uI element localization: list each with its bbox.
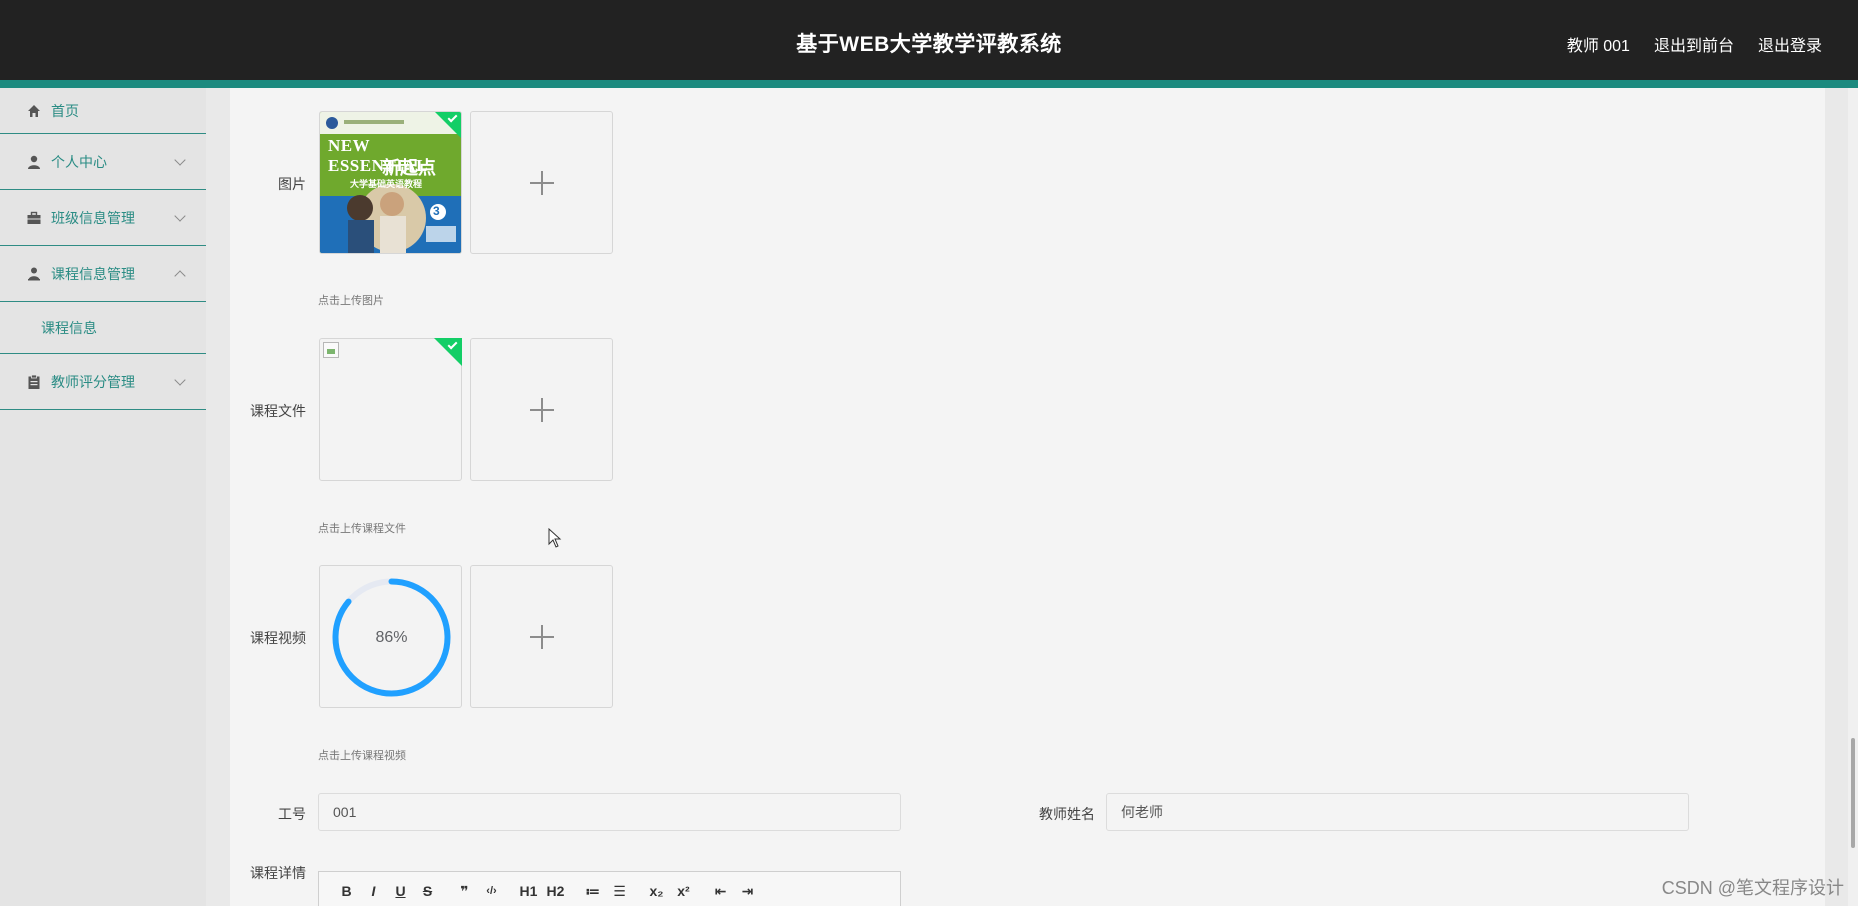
header-accent-bar (0, 80, 1858, 88)
progress-percentage: 86% (375, 628, 408, 646)
success-badge (434, 112, 461, 139)
underline-button[interactable]: U (387, 878, 414, 904)
course-detail-label: 课程详情 (250, 865, 306, 881)
top-bar: 基于WEB大学教学评教系统 教师 001 退出到前台 退出登录 (0, 0, 1858, 80)
book-subtitle: 大学基础英语教程 (350, 179, 423, 189)
work-id-input[interactable]: 001 (318, 793, 901, 831)
chevron-up-icon (174, 269, 186, 282)
course-video-upload-hint: 点击上传课程视频 (318, 750, 406, 762)
scrollbar-thumb[interactable] (1851, 738, 1855, 848)
plus-icon (529, 170, 554, 195)
image-label: 图片 (278, 176, 306, 192)
teacher-name-label: 教师姓名 (1039, 806, 1095, 822)
sidebar-item-personal-center[interactable]: 个人中心 (0, 134, 206, 190)
work-id-label: 工号 (278, 806, 306, 822)
indent-button[interactable]: ⇥ (734, 878, 761, 904)
watermark: CSDN @笔文程序设计 (1661, 878, 1844, 898)
heading-1-button[interactable]: H1 (515, 878, 542, 904)
broken-image-icon (323, 342, 339, 358)
sidebar-item-class-management[interactable]: 班级信息管理 (0, 190, 206, 246)
outdent-button[interactable]: ⇤ (707, 878, 734, 904)
sidebar-item-course-management[interactable]: 课程信息管理 (0, 246, 206, 302)
image-upload-button[interactable] (470, 111, 613, 254)
clipboard-icon (28, 374, 40, 389)
sidebar: 首页 个人中心 班级信息管理 课程信息管理 课程信息 教师评分管理 (0, 88, 206, 906)
page-scrollbar[interactable] (1848, 88, 1858, 906)
user-icon (28, 155, 40, 169)
sidebar-item-home[interactable]: 首页 (0, 88, 206, 134)
video-upload-progress: 86% (319, 565, 462, 708)
sidebar-subitem-course-info[interactable]: 课程信息 (0, 302, 206, 354)
home-icon (28, 104, 40, 117)
teacher-name-input[interactable]: 何老师 (1106, 793, 1689, 831)
bullet-list-button[interactable]: ☰ (606, 878, 633, 904)
plus-icon (529, 397, 554, 422)
plus-icon (529, 624, 554, 649)
course-file-upload-hint: 点击上传课程文件 (318, 523, 406, 535)
sidebar-item-label: 教师评分管理 (51, 373, 135, 390)
briefcase-icon (27, 211, 41, 224)
rich-text-toolbar: B I U S ❞ ‹/› H1 H2 ≔ ☰ x₂ x² ⇤ ⇥ (318, 871, 901, 906)
success-badge (434, 338, 462, 366)
course-video-upload-button[interactable] (470, 565, 613, 708)
uploaded-image-thumbnail[interactable]: NEW ESSENTIAL 新起点 大学基础英语教程 3 (319, 111, 462, 254)
uploaded-file-thumbnail[interactable] (319, 338, 462, 481)
mouse-cursor-icon (548, 528, 562, 548)
bold-button[interactable]: B (333, 878, 360, 904)
sidebar-item-teacher-rating[interactable]: 教师评分管理 (0, 354, 206, 410)
superscript-button[interactable]: x² (670, 878, 697, 904)
italic-button[interactable]: I (360, 878, 387, 904)
subscript-button[interactable]: x₂ (643, 878, 670, 904)
chevron-down-icon (174, 209, 186, 222)
chevron-down-icon (174, 373, 186, 386)
chevron-down-icon (174, 153, 186, 166)
image-upload-hint: 点击上传图片 (318, 295, 384, 307)
back-to-front-link[interactable]: 退出到前台 (1654, 32, 1734, 56)
top-links: 教师 001 退出到前台 退出登录 (1567, 32, 1822, 56)
person-icon (28, 267, 40, 280)
strike-button[interactable]: S (414, 878, 441, 904)
user-label: 教师 001 (1566, 38, 1630, 55)
book-volume: 3 (433, 204, 440, 218)
sidebar-item-label: 首页 (51, 102, 79, 119)
course-file-label: 课程文件 (250, 403, 306, 419)
course-file-upload-button[interactable] (470, 338, 613, 481)
sidebar-item-label: 课程信息管理 (51, 265, 135, 282)
ordered-list-button[interactable]: ≔ (579, 878, 606, 904)
blockquote-button[interactable]: ❞ (451, 878, 478, 904)
course-video-label: 课程视频 (250, 630, 306, 646)
sidebar-item-label: 个人中心 (51, 153, 107, 170)
logout-link[interactable]: 退出登录 (1758, 32, 1822, 56)
code-block-button[interactable]: ‹/› (478, 878, 505, 904)
sidebar-item-label: 班级信息管理 (51, 209, 135, 226)
heading-2-button[interactable]: H2 (542, 878, 569, 904)
